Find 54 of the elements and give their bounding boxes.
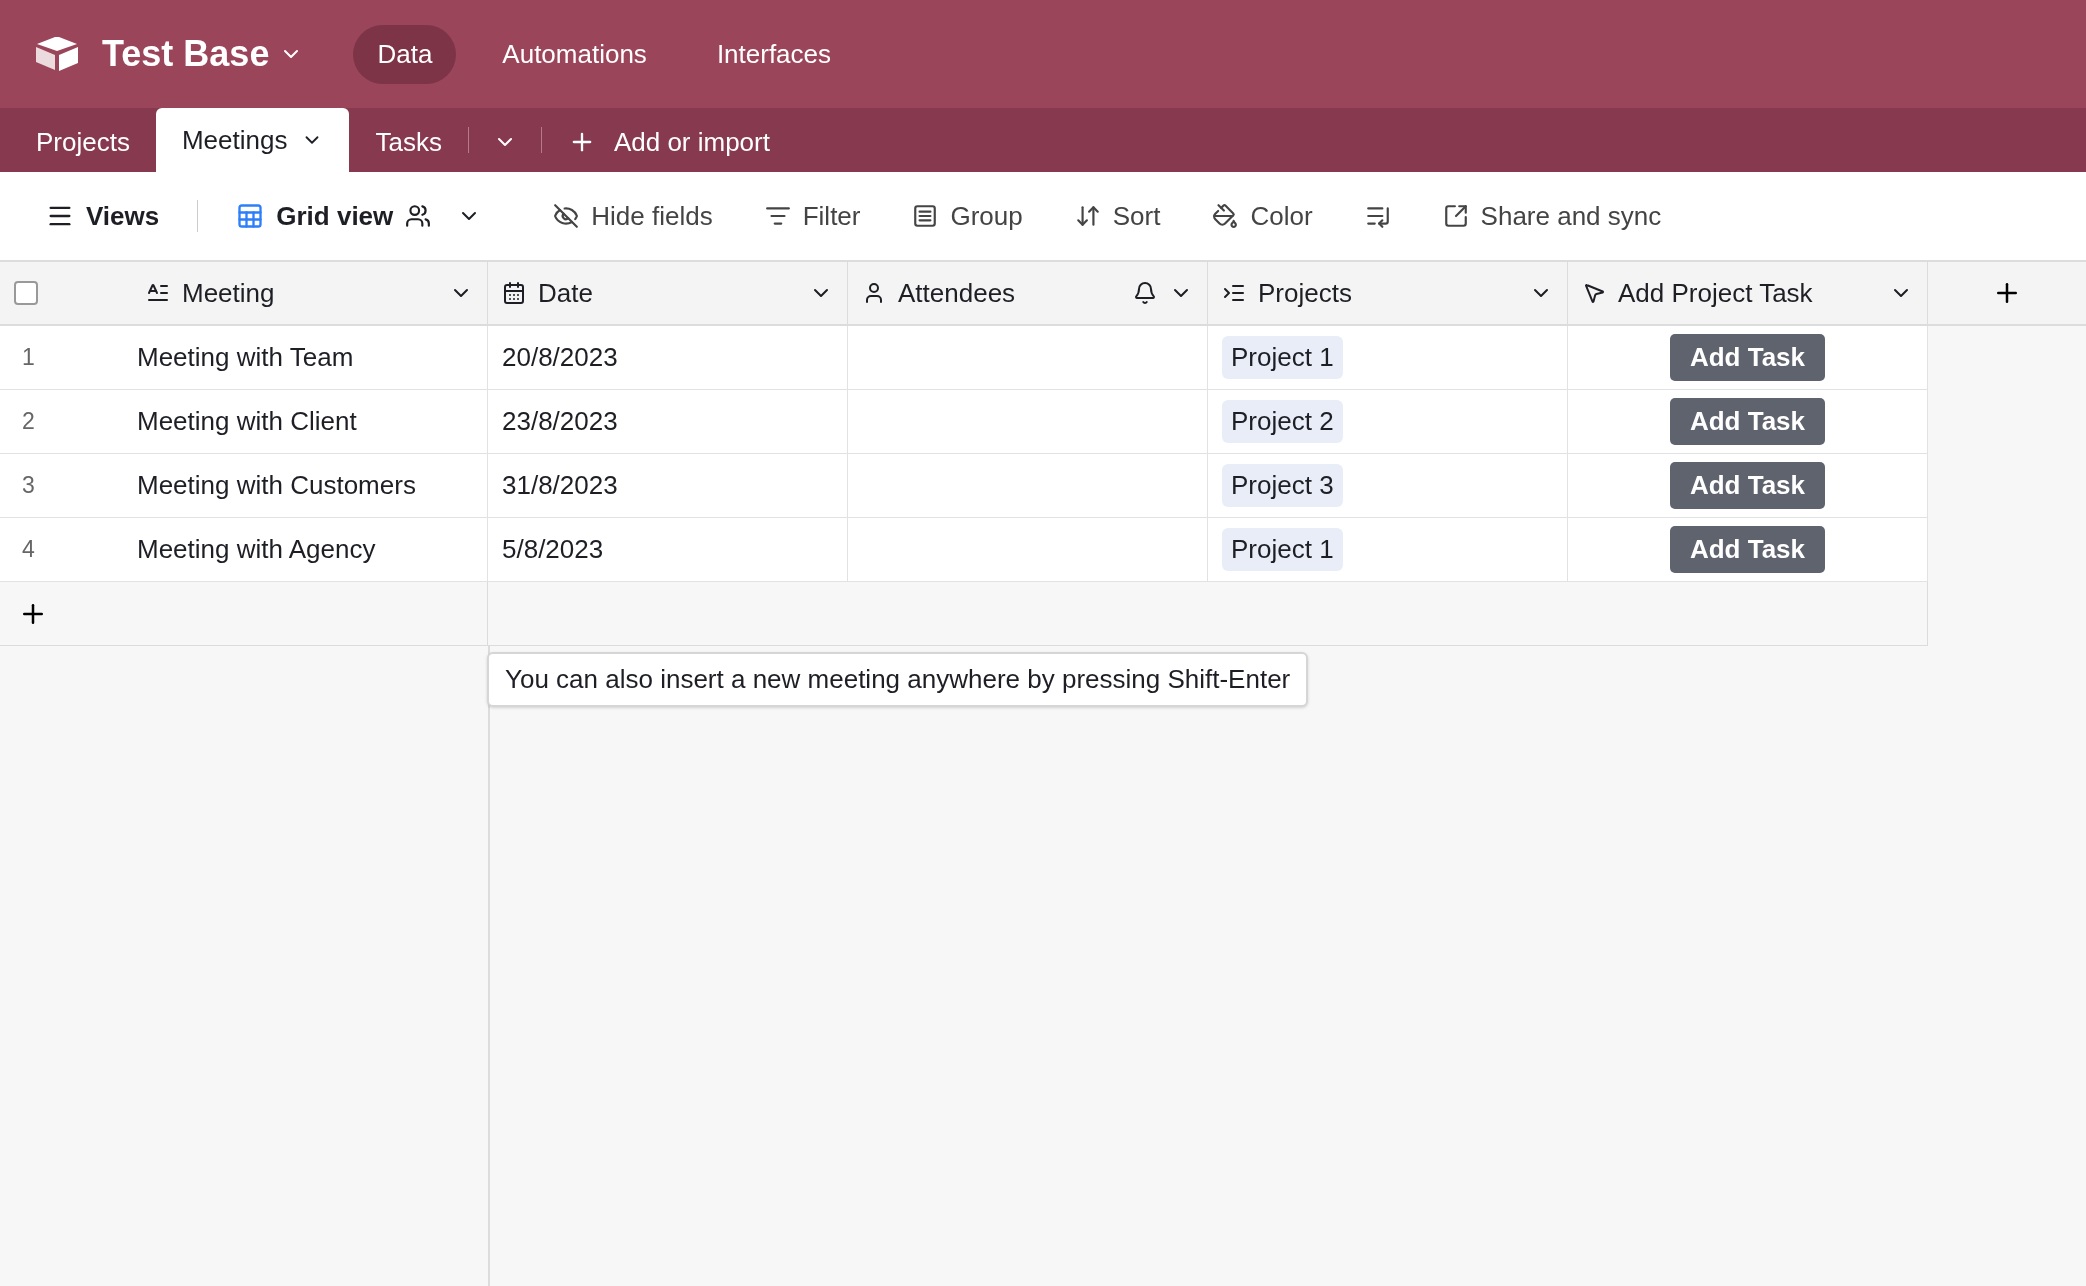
table-cell: Meeting with Client bbox=[137, 406, 357, 437]
grid-icon bbox=[236, 202, 265, 230]
row-number: 4 bbox=[21, 536, 36, 563]
table-tab[interactable]: Meetings bbox=[155, 108, 350, 172]
add-task-button[interactable]: Add Task bbox=[1669, 398, 1826, 445]
table-cell: 5/8/2023 bbox=[502, 534, 604, 565]
logo-icon bbox=[34, 36, 80, 72]
list-box-icon bbox=[912, 203, 939, 229]
paint-bucket-icon bbox=[1212, 203, 1239, 229]
pointer-icon bbox=[1582, 281, 1606, 305]
table-cell: 31/8/2023 bbox=[502, 470, 618, 501]
nav-tab[interactable]: Automations bbox=[478, 24, 671, 84]
calendar-icon bbox=[502, 281, 526, 305]
linked-record-chip[interactable]: Project 1 bbox=[1222, 336, 1343, 379]
nav-tab[interactable]: Interfaces bbox=[692, 24, 856, 84]
table-cell: Meeting with Team bbox=[137, 342, 354, 373]
add-table-button[interactable]: Add or import bbox=[541, 112, 796, 172]
views-button[interactable]: Views bbox=[34, 192, 172, 240]
table-cell: 23/8/2023 bbox=[502, 406, 618, 437]
table-cell: Meeting with Agency bbox=[137, 534, 376, 565]
bell-icon bbox=[1133, 281, 1157, 305]
linked-record-chip[interactable]: Project 2 bbox=[1222, 400, 1343, 443]
column-header[interactable]: Add Project Task bbox=[1568, 262, 1928, 326]
add-task-button[interactable]: Add Task bbox=[1669, 462, 1826, 509]
view-switcher[interactable]: Grid view bbox=[224, 192, 494, 240]
toolbar-button[interactable]: Filter bbox=[752, 192, 873, 240]
table-tab[interactable]: Projects bbox=[10, 112, 156, 172]
linked-record-chip[interactable]: Project 1 bbox=[1222, 528, 1343, 571]
hint-tooltip: You can also insert a new meeting anywhere by pressing Shift-Enter bbox=[487, 652, 1309, 707]
column-header[interactable]: Meeting bbox=[0, 262, 488, 326]
table-cell: 20/8/2023 bbox=[502, 342, 618, 373]
sort-icon bbox=[1074, 203, 1101, 229]
select-all-checkbox[interactable] bbox=[14, 281, 38, 305]
toolbar-button[interactable]: Share and sync bbox=[1430, 192, 1674, 240]
toolbar-button[interactable]: Sort bbox=[1062, 192, 1173, 240]
row-number: 2 bbox=[21, 408, 36, 435]
eye-off-icon bbox=[553, 203, 580, 229]
nav-tab[interactable]: Data bbox=[353, 24, 457, 84]
row-number: 1 bbox=[21, 344, 36, 371]
external-link-icon bbox=[1442, 203, 1469, 229]
table-tab[interactable]: Tasks bbox=[349, 112, 468, 172]
column-header[interactable]: Date bbox=[488, 262, 848, 326]
toolbar-button[interactable]: Hide fields bbox=[541, 192, 725, 240]
column-header[interactable]: Attendees bbox=[848, 262, 1208, 326]
base-name-menu[interactable]: Test Base bbox=[102, 33, 304, 75]
toolbar-button[interactable]: Group bbox=[900, 192, 1035, 240]
add-task-button[interactable]: Add Task bbox=[1669, 334, 1826, 381]
users-icon bbox=[405, 203, 432, 229]
column-header[interactable]: Projects bbox=[1208, 262, 1568, 326]
toolbar-button[interactable]: Color bbox=[1200, 192, 1325, 240]
add-task-button[interactable]: Add Task bbox=[1669, 526, 1826, 573]
linked-record-chip[interactable]: Project 3 bbox=[1222, 464, 1343, 507]
row-number: 3 bbox=[21, 472, 36, 499]
table-cell: Meeting with Customers bbox=[137, 470, 416, 501]
